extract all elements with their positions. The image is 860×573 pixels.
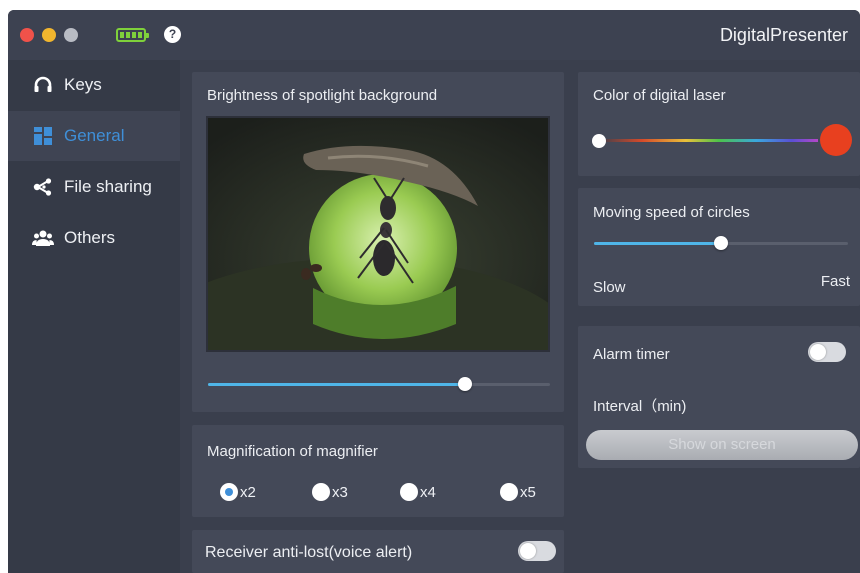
speed-slider[interactable] xyxy=(594,236,848,250)
grid-icon xyxy=(32,126,54,146)
radio-x4-dot xyxy=(400,483,418,501)
brightness-slider[interactable] xyxy=(208,377,550,391)
sidebar-item-others[interactable]: Others xyxy=(8,213,180,263)
radio-x5[interactable]: x5 xyxy=(500,483,536,501)
radio-x3[interactable]: x3 xyxy=(312,483,348,501)
radio-x5-dot xyxy=(500,483,518,501)
alarm-timer-label: Alarm timer xyxy=(593,346,670,363)
brightness-title: Brightness of spotlight background xyxy=(207,87,438,104)
minimize-window-button[interactable] xyxy=(42,28,56,42)
share-icon xyxy=(32,177,54,197)
laser-color-thumb[interactable] xyxy=(592,134,606,148)
alarm-timer-toggle[interactable] xyxy=(808,342,846,362)
radio-x3-dot xyxy=(312,483,330,501)
app-title: DigitalPresenter xyxy=(719,25,848,45)
laser-color-panel: Color of digital laser xyxy=(578,72,860,176)
speed-title: Moving speed of circles xyxy=(593,204,750,221)
close-window-button[interactable] xyxy=(20,28,34,42)
brightness-slider-thumb[interactable] xyxy=(457,377,472,391)
radio-x2-dot xyxy=(220,483,238,501)
show-on-screen-button[interactable]: Show on screen xyxy=(586,430,858,460)
speed-slider-fill xyxy=(594,242,721,245)
zoom-window-button[interactable] xyxy=(64,28,78,42)
alarm-panel: Alarm timer Interval（min) Show on screen xyxy=(578,326,860,468)
brightness-panel: Brightness of spotlight background xyxy=(192,72,564,412)
magnification-options: x2 x3 x4 x5 xyxy=(220,483,560,505)
help-icon[interactable]: ? xyxy=(164,26,181,43)
radio-x2[interactable]: x2 xyxy=(220,483,256,501)
sidebar-item-label: General xyxy=(64,126,125,145)
anti-lost-panel: Receiver anti-lost(voice alert) xyxy=(192,530,564,573)
brightness-slider-fill xyxy=(208,383,465,386)
sidebar-item-label: File sharing xyxy=(64,177,152,196)
magnifier-panel: Magnification of magnifier x2 x3 x4 x5 xyxy=(192,425,564,517)
interval-label: Interval（min) xyxy=(593,398,687,415)
sidebar-item-label: Keys xyxy=(64,75,102,94)
sidebar-item-label: Others xyxy=(64,228,116,247)
title-bar: ? DigitalPresenter xyxy=(8,10,860,60)
sidebar-item-keys[interactable]: Keys xyxy=(8,60,180,110)
laser-color-title: Color of digital laser xyxy=(593,87,726,104)
speed-panel: Moving speed of circles Slow Fast xyxy=(578,188,860,306)
spotlight-preview-image xyxy=(206,116,550,352)
anti-lost-label: Receiver anti-lost(voice alert) xyxy=(205,544,413,561)
people-icon xyxy=(32,228,54,248)
sidebar-item-general[interactable]: General xyxy=(8,111,180,161)
sidebar: Keys General File sharing Others xyxy=(8,60,180,573)
speed-slider-thumb[interactable] xyxy=(714,236,728,250)
speed-max-label: Fast xyxy=(820,273,850,290)
speed-min-label: Slow xyxy=(593,279,626,296)
laser-color-spectrum[interactable] xyxy=(598,139,818,142)
headset-icon xyxy=(32,75,54,95)
magnifier-title: Magnification of magnifier xyxy=(207,443,378,460)
battery-icon xyxy=(116,28,149,42)
anti-lost-toggle[interactable] xyxy=(518,541,556,561)
sidebar-item-file-sharing[interactable]: File sharing xyxy=(8,162,180,212)
laser-color-swatch[interactable] xyxy=(820,124,852,156)
app-window: ? DigitalPresenter Keys General File sha… xyxy=(8,10,860,573)
radio-x4[interactable]: x4 xyxy=(400,483,436,501)
